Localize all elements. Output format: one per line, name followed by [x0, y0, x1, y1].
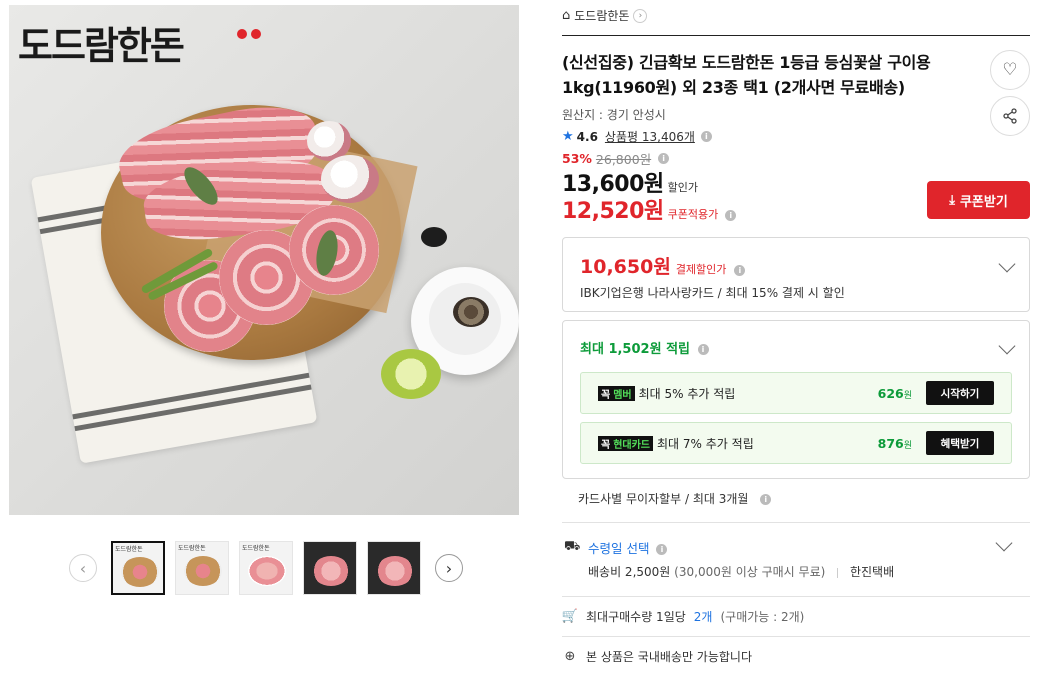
- brand-logo-text: 도드람한돈: [18, 24, 185, 68]
- card-discount-desc: IBK기업은행 나라사랑카드 / 최대 15% 결제 시 할인: [580, 286, 845, 300]
- thumbnail-label: 도드람한돈: [242, 545, 270, 552]
- rewards-title-prefix: 최대: [580, 342, 604, 357]
- reward-row: 꼭 현대카드 최대 7% 추가 적립 876원 혜택받기: [580, 422, 1012, 464]
- divider: [562, 636, 1030, 637]
- payment-price-label: 결제할인가: [675, 263, 727, 276]
- product-title: (신선집중) 긴급확보 도드람한돈 1등급 등심꽃살 구이용 1kg(11960…: [562, 53, 931, 97]
- origin-text: 원산지 : 경기 안성시: [562, 108, 666, 122]
- max-quantity-label: 최대구매수량 1일당: [586, 610, 686, 624]
- installment-label: 카드사별 무이자할부 / 최대 3개월: [578, 492, 749, 506]
- reward-amount: 626원: [878, 386, 912, 401]
- rewards-amount: 1,502원: [608, 342, 662, 357]
- domestic-shipping-row: ⊕ 본 상품은 국내배송만 가능합니다: [562, 648, 752, 665]
- shipping-fee-note: (30,000원 이상 구매시 무료): [674, 565, 826, 579]
- peppercorn-graphic: [453, 297, 489, 327]
- spoon-graphic: [421, 227, 447, 247]
- truck-icon: ⛟: [564, 539, 581, 554]
- payment-price: 10,650원: [580, 256, 671, 278]
- product-page: 도드람한돈 ‹ 도드람한돈 도드람한돈 도드람한돈 › ⌂ 도드람한돈 › (신…: [0, 0, 1040, 674]
- chevron-right-icon[interactable]: ›: [435, 554, 463, 582]
- info-icon[interactable]: i: [697, 344, 709, 355]
- reward-tag: 꼭 현대카드: [598, 435, 654, 451]
- divider: [562, 522, 1030, 523]
- home-icon[interactable]: ⌂: [562, 8, 570, 23]
- coupon-price-row: 12,520원 쿠폰적용가 i: [562, 193, 737, 225]
- reward-tag-a: 꼭: [601, 389, 611, 401]
- reward-tag-b: 현대카드: [613, 439, 651, 451]
- reward-amount-unit: 원: [903, 390, 912, 401]
- thumbnail-label: 도드람한돈: [178, 545, 206, 552]
- reward-tag-b: 멤버: [613, 389, 632, 401]
- info-icon[interactable]: i: [760, 494, 772, 505]
- reward-tag-a: 꼭: [601, 439, 611, 451]
- max-quantity-row: 🛒 최대구매수량 1일당 2개 (구매가능 : 2개): [562, 608, 804, 625]
- installment-text: 카드사별 무이자할부 / 최대 3개월 i: [578, 490, 772, 507]
- divider: [562, 35, 1030, 36]
- delivery-date-label[interactable]: 수령일 선택: [588, 541, 649, 556]
- info-icon[interactable]: i: [700, 131, 712, 142]
- chevron-down-icon[interactable]: [998, 255, 1016, 273]
- rewards-title: 최대 1,502원 적립 i: [580, 338, 709, 357]
- max-quantity-count: 2개: [693, 610, 713, 624]
- coupon-button[interactable]: ⤓ 쿠폰받기: [927, 181, 1030, 219]
- chevron-left-icon[interactable]: ‹: [69, 554, 97, 582]
- shipping-fee: 배송비 2,500원: [588, 565, 671, 579]
- info-icon[interactable]: i: [725, 210, 737, 221]
- reward-amount-unit: 원: [903, 440, 912, 451]
- reward-tag: 꼭 멤버: [598, 385, 635, 401]
- info-icon[interactable]: i: [658, 153, 670, 164]
- carrier-name: 한진택배: [849, 565, 895, 579]
- cart-icon: 🛒: [561, 609, 579, 624]
- discount-percent: 53%: [562, 151, 592, 166]
- star-icon: ★: [562, 129, 574, 144]
- coupon-button-label: 쿠폰받기: [959, 194, 1008, 210]
- coupon-price-label: 쿠폰적용가: [667, 208, 719, 221]
- info-icon[interactable]: i: [656, 544, 668, 555]
- thumbnail-2[interactable]: 도드람한돈: [175, 541, 229, 595]
- onion-graphic: [321, 155, 379, 203]
- rewards-title-suffix: 적립: [666, 342, 690, 357]
- domestic-shipping-text: 본 상품은 국내배송만 가능합니다: [586, 650, 753, 664]
- payment-discount-box[interactable]: 10,650원 결제할인가 i IBK기업은행 나라사랑카드 / 최대 15% …: [562, 237, 1030, 312]
- breadcrumb[interactable]: ⌂ 도드람한돈 ›: [562, 7, 648, 24]
- divider: [562, 596, 1030, 597]
- review-count-link[interactable]: 상품평 13,406개: [605, 128, 695, 145]
- brand-logo-dots: [237, 29, 261, 39]
- reward-amount: 876원: [878, 436, 912, 451]
- thumbnail-4[interactable]: [303, 541, 357, 595]
- thumbnail-label: 도드람한돈: [115, 546, 143, 553]
- chevron-right-icon[interactable]: ›: [633, 8, 648, 23]
- chevron-down-icon[interactable]: [998, 337, 1016, 355]
- globe-icon: ⊕: [564, 649, 576, 664]
- shipping-section: ⛟ 수령일 선택 i 배송비 2,500원 (30,000원 이상 구매시 무료…: [562, 534, 1030, 587]
- get-benefit-button[interactable]: 혜택받기: [926, 431, 994, 455]
- rating-row: ★ 4.6 상품평 13,406개 i: [562, 128, 712, 145]
- thumbnail-3[interactable]: 도드람한돈: [239, 541, 293, 595]
- reward-desc: 최대 7% 추가 적립: [657, 436, 754, 451]
- reward-amount-value: 626: [877, 385, 904, 401]
- thumbnail-strip: ‹ 도드람한돈 도드람한돈 도드람한돈 ›: [69, 541, 463, 595]
- lime-graphic: [381, 349, 441, 399]
- reward-desc: 최대 5% 추가 적립: [638, 386, 736, 401]
- download-icon: ⤓: [949, 192, 955, 208]
- main-product-image[interactable]: 도드람한돈: [9, 5, 519, 515]
- coupon-price: 12,520원: [562, 199, 664, 224]
- share-icon[interactable]: [990, 96, 1030, 136]
- reward-amount-value: 876: [877, 435, 904, 451]
- max-quantity-note: (구매가능 : 2개): [720, 610, 805, 624]
- thumbnail-1[interactable]: 도드람한돈: [111, 541, 165, 595]
- heart-icon[interactable]: ♡: [990, 50, 1030, 90]
- thumbnail-5[interactable]: [367, 541, 421, 595]
- chevron-down-icon[interactable]: [995, 534, 1013, 552]
- reward-row: 꼭 멤버 최대 5% 추가 적립 626원 시작하기: [580, 372, 1012, 414]
- start-membership-button[interactable]: 시작하기: [926, 381, 994, 405]
- payment-price-row: 10,650원 결제할인가 i: [580, 252, 746, 279]
- delivery-date-select[interactable]: 수령일 선택 i: [588, 538, 668, 557]
- breadcrumb-brand[interactable]: 도드람한돈: [574, 7, 629, 24]
- rewards-box: 최대 1,502원 적립 i 꼭 멤버 최대 5% 추가 적립 626원 시작하기…: [562, 320, 1030, 479]
- info-icon[interactable]: i: [734, 265, 746, 276]
- rating-score: 4.6: [576, 129, 598, 144]
- shipping-fee-row: 배송비 2,500원 (30,000원 이상 구매시 무료) 한진택배: [588, 563, 894, 580]
